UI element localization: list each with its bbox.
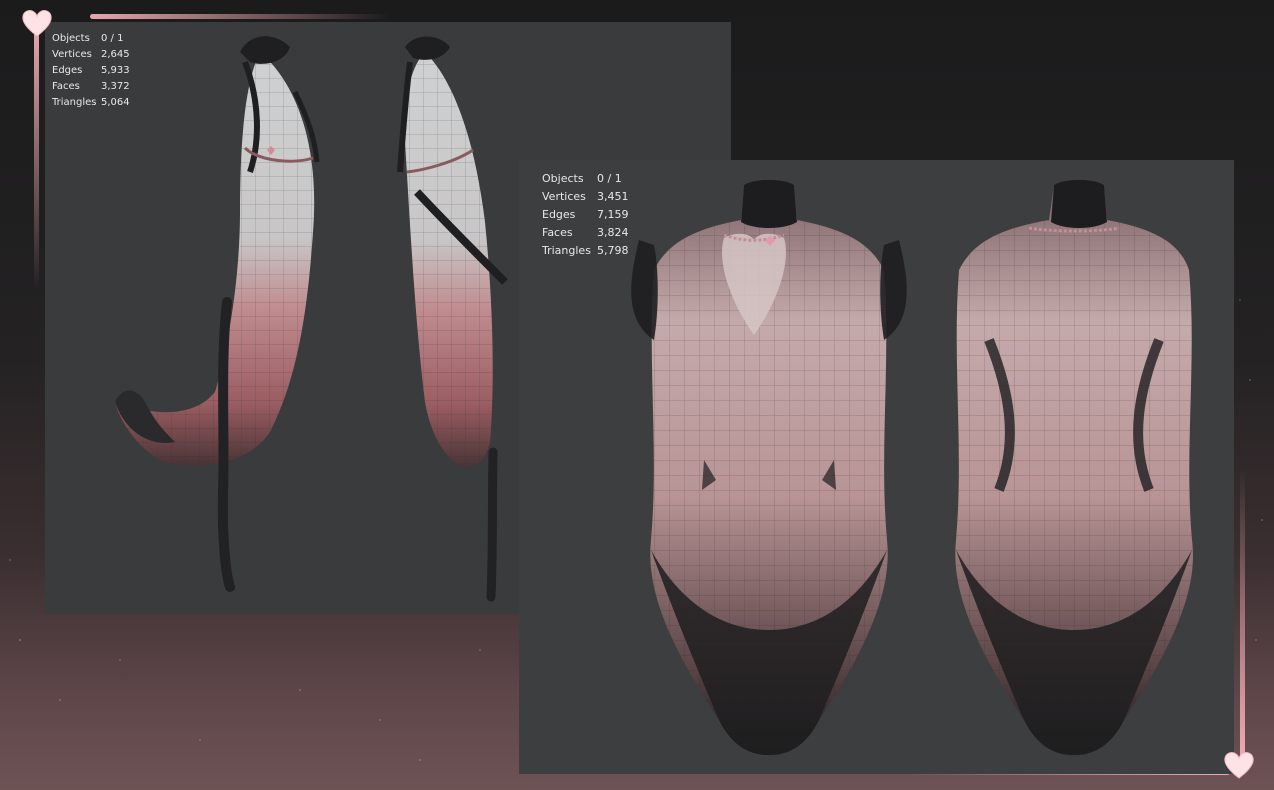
stat-label: Objects (542, 172, 584, 185)
stat-row-vertices: Vertices 2,645 (52, 47, 130, 63)
stat-row-faces: Faces 3,372 (52, 79, 130, 95)
stat-value: 2,645 (101, 49, 130, 60)
stat-label: Triangles (542, 244, 591, 257)
scene-statistics-overlay: Objects 0 / 1 Vertices 3,451 Edges 7,159… (542, 170, 629, 260)
stat-value: 0 / 1 (597, 172, 622, 185)
stat-row-edges: Edges 5,933 (52, 63, 130, 79)
heart-icon (22, 10, 52, 37)
stat-row-objects: Objects 0 / 1 (542, 170, 629, 188)
stat-label: Faces (542, 226, 573, 239)
decorative-frame-line (1240, 470, 1245, 760)
stat-value: 3,824 (597, 226, 629, 239)
stat-value: 5,064 (101, 97, 130, 108)
bodysuit-front-view (631, 179, 907, 755)
heart-icon (1224, 752, 1254, 779)
stat-value: 3,372 (101, 81, 130, 92)
stat-row-edges: Edges 7,159 (542, 206, 629, 224)
scene-statistics-overlay: Objects 0 / 1 Vertices 2,645 Edges 5,933… (52, 31, 130, 111)
bodysuit-back-view (955, 179, 1193, 755)
tail-side-view (397, 36, 508, 602)
stat-label: Vertices (542, 190, 586, 203)
stat-value: 7,159 (597, 208, 629, 221)
stat-row-faces: Faces 3,824 (542, 224, 629, 242)
stat-label: Triangles (52, 97, 97, 108)
stat-label: Objects (52, 33, 90, 44)
stat-row-triangles: Triangles 5,798 (542, 242, 629, 260)
tail-front-view (115, 36, 320, 592)
stat-value: 3,451 (597, 190, 629, 203)
decorative-frame-line (34, 30, 39, 290)
viewport-bodysuit[interactable]: Objects 0 / 1 Vertices 3,451 Edges 7,159… (519, 160, 1234, 774)
stat-row-objects: Objects 0 / 1 (52, 31, 130, 47)
stat-label: Edges (52, 65, 83, 76)
stat-label: Faces (52, 81, 80, 92)
stat-value: 0 / 1 (101, 33, 124, 44)
stat-label: Vertices (52, 49, 92, 60)
stat-row-triangles: Triangles 5,064 (52, 95, 130, 111)
decorative-frame-line (90, 14, 390, 19)
stat-label: Edges (542, 208, 576, 221)
stat-value: 5,933 (101, 65, 130, 76)
stat-row-vertices: Vertices 3,451 (542, 188, 629, 206)
stat-value: 5,798 (597, 244, 629, 257)
